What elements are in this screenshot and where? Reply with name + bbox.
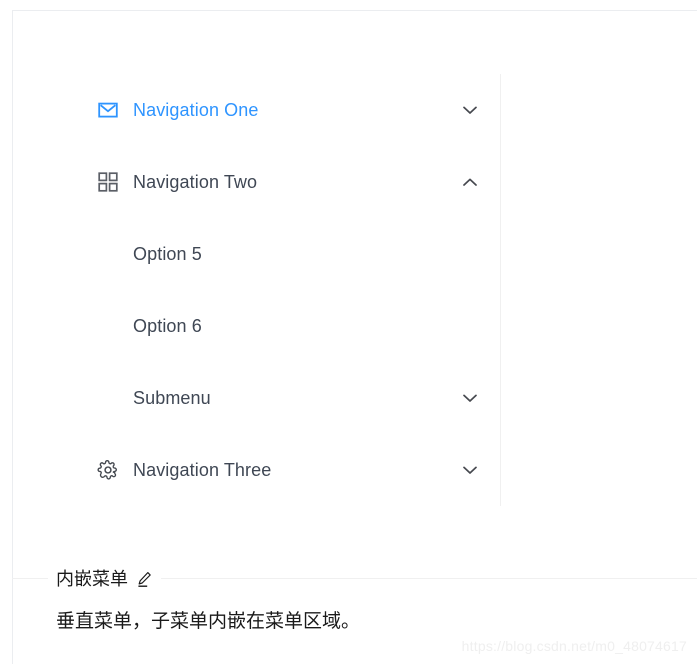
inline-menu-container: Navigation One Navigation Two Option 5 O… xyxy=(81,74,501,506)
menu-item-navigation-two[interactable]: Navigation Two xyxy=(81,146,500,218)
chevron-down-icon[interactable] xyxy=(462,462,478,478)
mail-icon xyxy=(97,99,119,121)
menu-item-label: Navigation Two xyxy=(133,171,258,192)
chevron-down-icon[interactable] xyxy=(462,390,478,406)
inline-menu: Navigation One Navigation Two Option 5 O… xyxy=(81,74,501,506)
menu-item-option-5[interactable]: Option 5 xyxy=(81,218,500,290)
code-box-description: 垂直菜单，子菜单内嵌在菜单区域。 xyxy=(56,611,361,632)
chevron-down-icon[interactable] xyxy=(462,102,478,118)
menu-item-navigation-one[interactable]: Navigation One xyxy=(81,74,500,146)
setting-gear-icon xyxy=(97,459,119,481)
demo-card: Navigation One Navigation Two Option 5 O… xyxy=(12,10,697,664)
code-box-title-text: 内嵌菜单 xyxy=(56,569,128,589)
menu-item-label: Option 5 xyxy=(133,243,202,264)
menu-submenu-navigation-one: Navigation One xyxy=(81,74,500,146)
pencil-edit-icon[interactable] xyxy=(136,571,153,588)
watermark: https://blog.csdn.net/m0_48074617 xyxy=(461,638,687,654)
menu-submenu-navigation-three: Navigation Three xyxy=(81,434,500,506)
menu-item-label: Navigation Three xyxy=(133,459,272,480)
menu-item-submenu[interactable]: Submenu xyxy=(81,362,500,434)
menu-item-label: Navigation One xyxy=(133,99,259,120)
menu-item-navigation-three[interactable]: Navigation Three xyxy=(81,434,500,506)
appstore-grid-icon xyxy=(97,171,119,193)
menu-submenu-navigation-two: Navigation Two Option 5 Option 6 Submenu xyxy=(81,146,500,434)
menu-item-label: Option 6 xyxy=(133,315,202,336)
submenu-list-navigation-two: Option 5 Option 6 Submenu xyxy=(81,218,500,434)
code-box-title: 内嵌菜单 xyxy=(48,568,161,590)
chevron-up-icon[interactable] xyxy=(462,174,478,190)
menu-item-label: Submenu xyxy=(133,387,211,408)
menu-item-option-6[interactable]: Option 6 xyxy=(81,290,500,362)
